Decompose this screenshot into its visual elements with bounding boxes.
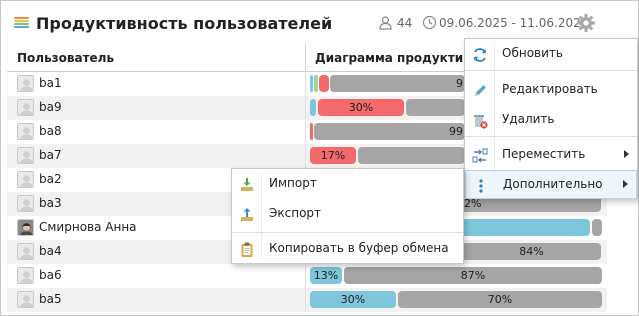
menu-item-refresh[interactable]: Обновить	[465, 39, 637, 69]
productive-bar	[310, 75, 313, 92]
user-name: ba7	[39, 148, 62, 162]
avatar	[17, 171, 34, 188]
avatar	[17, 75, 34, 92]
bar-label: 30%	[348, 101, 374, 114]
clipboard-icon	[241, 242, 253, 257]
user-name: Смирнова Анна	[39, 220, 137, 234]
gear-icon[interactable]	[576, 13, 596, 33]
avatar	[17, 147, 34, 164]
productivity-widget: Продуктивность пользователей 44 09.06.20…	[0, 0, 639, 316]
date-range[interactable]: 09.06.2025 - 11.06.2025	[439, 16, 588, 30]
user-name: ba4	[39, 244, 62, 258]
other-bar	[314, 75, 318, 92]
neutral-bar: 99	[314, 123, 465, 140]
export-icon	[241, 208, 253, 221]
clock-icon	[422, 15, 437, 30]
avatar	[17, 243, 34, 260]
column-divider[interactable]	[305, 44, 306, 72]
import-icon	[241, 178, 253, 191]
dots-vertical-icon	[479, 179, 483, 193]
users-count: 44	[397, 16, 413, 30]
avatar	[17, 291, 34, 308]
menu-label-more: Дополнительно	[503, 177, 603, 191]
menu-item-copy[interactable]: Копировать в буфер обмена	[232, 234, 463, 264]
neutral-bar: 9	[330, 75, 465, 92]
context-menu: Обновить Редактировать Удалить Перемести…	[464, 38, 638, 199]
unproductive-bar	[319, 75, 329, 92]
pencil-icon	[475, 85, 486, 96]
productive-bar	[310, 99, 316, 116]
users-icon	[379, 16, 392, 30]
bar-label: 30%	[340, 293, 366, 306]
submenu-arrow-icon	[623, 180, 628, 188]
avatar	[17, 267, 34, 284]
user-name: ba5	[39, 292, 62, 306]
submenu-more: Импорт Экспорт Копировать в буфер обмена	[231, 168, 464, 264]
unproductive-bar: 17%	[310, 147, 356, 164]
neutral-bar	[592, 219, 602, 236]
user-name: ba3	[39, 196, 62, 210]
bar-label: 17%	[320, 149, 346, 162]
productivity-app-icon	[14, 17, 29, 29]
menu-label-refresh: Обновить	[502, 46, 563, 60]
unproductive-bar: 30%	[318, 99, 404, 116]
user-name: ba6	[39, 268, 62, 282]
table-row[interactable]: ba5 30% 70%	[7, 288, 607, 312]
bar-label: 70%	[487, 293, 513, 306]
menu-item-more[interactable]: Дополнительно	[465, 170, 637, 199]
bar-label: 84%	[519, 245, 544, 258]
productive-bar: 13%	[310, 267, 342, 284]
neutral-bar	[358, 147, 465, 164]
menu-item-edit[interactable]: Редактировать	[465, 75, 637, 105]
neutral-bar: 84%	[462, 243, 601, 260]
avatar	[17, 123, 34, 140]
user-name: ba8	[39, 124, 62, 138]
menu-label-import: Импорт	[269, 176, 317, 190]
refresh-icon	[474, 48, 486, 62]
widget-title: Продуктивность пользователей	[36, 14, 333, 33]
user-name: ba2	[39, 172, 62, 186]
neutral-bar: 87%	[344, 267, 602, 284]
avatar	[17, 99, 34, 116]
productive-bar	[462, 219, 590, 236]
user-name: ba1	[39, 76, 62, 90]
menu-item-delete[interactable]: Удалить	[465, 105, 637, 135]
bar-label: 99	[449, 125, 463, 138]
widget-header: Продуктивность пользователей 44 09.06.20…	[1, 1, 638, 41]
productive-bar: 30%	[310, 291, 396, 308]
submenu-arrow-icon	[624, 150, 629, 158]
column-header-user[interactable]: Пользователь	[17, 44, 297, 72]
avatar-photo	[17, 219, 34, 236]
move-icon	[472, 148, 488, 163]
user-name: ba9	[39, 100, 62, 114]
menu-label-edit: Редактировать	[502, 82, 598, 96]
neutral-bar	[406, 99, 465, 116]
menu-label-delete: Удалить	[502, 112, 555, 126]
neutral-bar: 70%	[398, 291, 602, 308]
avatar	[17, 195, 34, 212]
bar-label: 9	[456, 77, 463, 90]
bar-label: 13%	[313, 269, 339, 282]
menu-item-export[interactable]: Экспорт	[232, 199, 463, 229]
bar-label: 87%	[460, 269, 486, 282]
trash-icon	[474, 115, 488, 129]
menu-label-export: Экспорт	[269, 206, 322, 220]
table-row[interactable]: ba6 13% 87%	[7, 264, 607, 288]
menu-label-move: Переместить	[502, 147, 586, 161]
menu-item-import[interactable]: Импорт	[232, 169, 463, 199]
unproductive-bar	[310, 123, 313, 140]
menu-item-move[interactable]: Переместить	[465, 140, 637, 170]
menu-label-copy: Копировать в буфер обмена	[269, 241, 449, 255]
